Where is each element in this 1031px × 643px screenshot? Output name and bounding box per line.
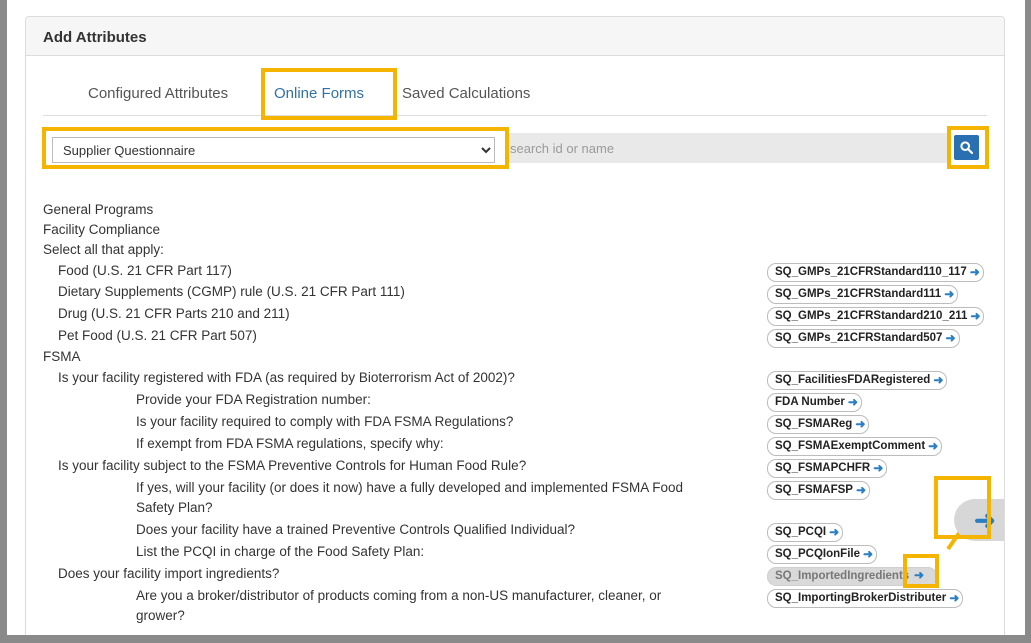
line-preventive-controls: Is your facility subject to the FSMA Pre… <box>58 458 527 473</box>
attribute-pill[interactable]: SQ_GMPs_21CFRStandard210_211 ➜ <box>767 307 985 326</box>
line-pet-food: Pet Food (U.S. 21 CFR Part 507) <box>58 328 257 343</box>
window: Add Attributes Configured Attributes Onl… <box>7 0 1025 635</box>
highlight-online-forms-tab <box>261 68 397 120</box>
attribute-pill[interactable]: SQ_FacilitiesFDARegistered ➜ <box>767 371 948 390</box>
arrow-right-icon[interactable]: ➜ <box>856 482 866 499</box>
highlight-arrow-button <box>903 554 939 588</box>
arrow-right-icon[interactable]: ➜ <box>970 308 980 325</box>
attribute-pill[interactable]: SQ_GMPs_21CFRStandard507 ➜ <box>767 329 960 348</box>
line-fsma-regulations: Is your facility required to comply with… <box>136 414 514 429</box>
arrow-right-icon[interactable]: ➜ <box>873 460 883 477</box>
attribute-label: SQ_FSMAExemptComment <box>775 440 926 452</box>
arrow-right-icon[interactable]: ➜ <box>855 416 865 433</box>
panel-title: Add Attributes <box>43 29 147 46</box>
line-exempt-why: If exempt from FDA FSMA regulations, spe… <box>136 436 444 451</box>
attribute-label: SQ_ImportedIngredients <box>775 570 910 582</box>
attribute-label: SQ_FSMAReg <box>775 418 853 430</box>
line-dietary-supplements: Dietary Supplements (CGMP) rule (U.S. 21… <box>58 284 405 299</box>
line-drug: Drug (U.S. 21 CFR Parts 210 and 211) <box>58 306 290 321</box>
line-pcqi-in-charge: List the PCQI in charge of the Food Safe… <box>136 544 425 559</box>
attribute-label: SQ_FSMAPCHFR <box>775 462 871 474</box>
arrow-right-icon[interactable]: ➜ <box>944 286 954 303</box>
attribute-pill[interactable]: SQ_PCQIonFile ➜ <box>767 545 878 564</box>
arrow-right-icon[interactable]: ➜ <box>970 264 980 281</box>
highlight-form-select <box>42 127 509 169</box>
attribute-label: FDA Number <box>775 396 845 408</box>
attribute-pill[interactable]: SQ_FSMAFSP ➜ <box>767 481 871 500</box>
line-general-programs: General Programs <box>43 202 154 217</box>
line-food-safety-plan: If yes, will your facility (or does it n… <box>136 480 684 495</box>
attribute-label: SQ_FSMAFSP <box>775 484 853 496</box>
arrow-right-icon[interactable]: ➜ <box>949 590 959 607</box>
attribute-pill[interactable]: SQ_FSMAReg ➜ <box>767 415 870 434</box>
attribute-label: SQ_PCQIonFile <box>775 548 860 560</box>
arrow-right-icon[interactable]: ➜ <box>848 394 858 411</box>
highlight-zoom-callout <box>934 476 991 539</box>
arrow-right-icon[interactable]: ➜ <box>933 372 943 389</box>
attribute-label: SQ_GMPs_21CFRStandard111 <box>775 288 942 300</box>
arrow-right-icon[interactable]: ➜ <box>863 546 873 563</box>
line-pcqi: Does your facility have a trained Preven… <box>136 522 575 537</box>
line-import-ingredients: Does your facility import ingredients? <box>58 566 280 581</box>
line-facility-compliance: Facility Compliance <box>43 222 161 237</box>
tab-saved-calculations[interactable]: Saved Calculations <box>402 85 530 102</box>
attribute-pill[interactable]: SQ_GMPs_21CFRStandard110_117 ➜ <box>767 263 984 282</box>
arrow-right-icon[interactable]: ➜ <box>829 524 839 541</box>
line-broker-distributor: Are you a broker/distributor of products… <box>136 588 662 603</box>
attribute-pill[interactable]: FDA Number ➜ <box>767 393 862 412</box>
attribute-label: SQ_GMPs_21CFRStandard110_117 <box>775 266 967 278</box>
panel-header <box>26 17 1004 56</box>
arrow-right-icon[interactable]: ➜ <box>945 330 955 347</box>
attribute-label: SQ_PCQI <box>775 526 827 538</box>
attribute-label: SQ_GMPs_21CFRStandard507 <box>775 332 943 344</box>
attribute-label: SQ_ImportingBrokerDistributer <box>775 592 947 604</box>
attribute-pill[interactable]: SQ_FSMAPCHFR ➜ <box>767 459 888 478</box>
search-input[interactable] <box>505 133 950 163</box>
line-select-all: Select all that apply: <box>43 242 164 257</box>
tabs-divider <box>43 115 987 116</box>
attribute-pill[interactable]: SQ_GMPs_21CFRStandard111 ➜ <box>767 285 959 304</box>
line-broker-distributor-cont: grower? <box>136 608 185 623</box>
attribute-pill[interactable]: SQ_ImportingBrokerDistributer ➜ <box>767 589 964 608</box>
tab-configured-attributes[interactable]: Configured Attributes <box>88 85 228 102</box>
line-food-safety-plan-cont: Safety Plan? <box>136 500 213 515</box>
attribute-pill[interactable]: SQ_PCQI ➜ <box>767 523 844 542</box>
attribute-label: SQ_FacilitiesFDARegistered <box>775 374 931 386</box>
highlight-search-button <box>947 126 989 169</box>
attribute-pill[interactable]: SQ_FSMAExemptComment ➜ <box>767 437 943 456</box>
line-registered-fda: Is your facility registered with FDA (as… <box>58 370 515 385</box>
arrow-right-icon[interactable]: ➜ <box>928 438 938 455</box>
line-fsma: FSMA <box>43 349 81 364</box>
attribute-label: SQ_GMPs_21CFRStandard210_211 <box>775 310 968 322</box>
add-attributes-panel: Add Attributes Configured Attributes Onl… <box>25 16 1005 635</box>
line-food: Food (U.S. 21 CFR Part 117) <box>58 263 232 278</box>
line-fda-registration-number: Provide your FDA Registration number: <box>136 392 371 407</box>
